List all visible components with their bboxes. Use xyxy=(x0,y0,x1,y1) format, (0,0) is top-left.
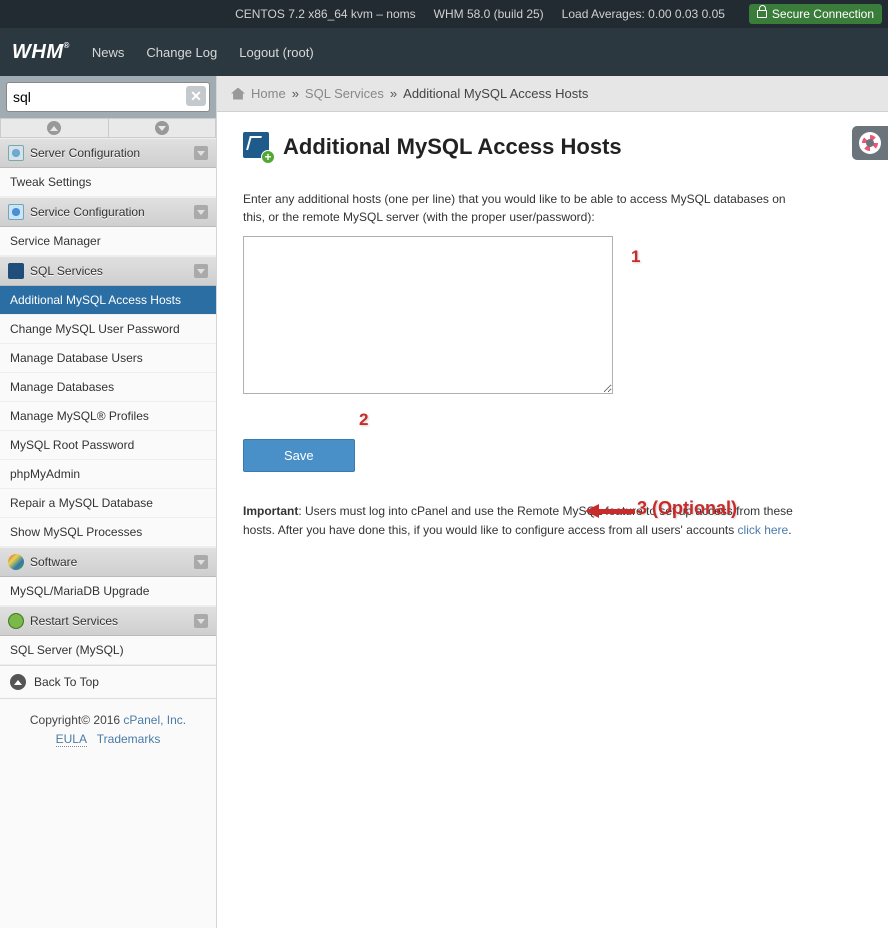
chevron-down-icon xyxy=(194,555,208,569)
whm-logo[interactable]: WHM® xyxy=(12,41,70,64)
help-button[interactable] xyxy=(852,126,888,160)
sidebar-item-manage-db-users[interactable]: Manage Database Users xyxy=(0,344,216,373)
lock-icon xyxy=(757,10,767,18)
sidebar-item-manage-mysql-profiles[interactable]: Manage MySQL® Profiles xyxy=(0,402,216,431)
save-button[interactable]: Save xyxy=(243,439,355,472)
search-container: ✕ xyxy=(0,76,216,118)
chevron-down-icon xyxy=(194,146,208,160)
breadcrumb-sql-services[interactable]: SQL Services xyxy=(305,86,384,101)
whm-version: WHM 58.0 (build 25) xyxy=(434,7,544,21)
annotation-1: 1 xyxy=(631,247,640,267)
os-info: CENTOS 7.2 x86_64 kvm – noms xyxy=(235,7,416,21)
nav-news[interactable]: News xyxy=(92,45,125,60)
sidebar-item-show-mysql-processes[interactable]: Show MySQL Processes xyxy=(0,518,216,547)
main-panel: + Additional MySQL Access Hosts Enter an… xyxy=(217,112,888,559)
arrow-up-icon xyxy=(10,674,26,690)
page-description: Enter any additional hosts (one per line… xyxy=(243,190,803,226)
nav-down-button[interactable] xyxy=(109,118,217,138)
page-title: Additional MySQL Access Hosts xyxy=(283,134,622,160)
cpanel-link[interactable]: cPanel, Inc. xyxy=(123,713,186,727)
content-area: Home » SQL Services » Additional MySQL A… xyxy=(217,76,888,928)
restart-icon xyxy=(8,613,24,629)
sidebar-item-mysql-upgrade[interactable]: MySQL/MariaDB Upgrade xyxy=(0,577,216,606)
breadcrumb: Home » SQL Services » Additional MySQL A… xyxy=(217,76,888,112)
chevron-down-icon xyxy=(194,264,208,278)
top-status-bar: CENTOS 7.2 x86_64 kvm – noms WHM 58.0 (b… xyxy=(0,0,888,28)
category-restart-services[interactable]: Restart Services xyxy=(0,606,216,636)
hosts-textarea[interactable] xyxy=(243,236,613,394)
sidebar-item-repair-mysql[interactable]: Repair a MySQL Database xyxy=(0,489,216,518)
secure-connection-badge: Secure Connection xyxy=(749,4,882,24)
important-note: Important: Users must log into cPanel an… xyxy=(243,502,803,539)
back-to-top-button[interactable]: Back To Top xyxy=(0,665,216,699)
nav-arrows xyxy=(0,118,216,138)
page-title-icon: + xyxy=(243,132,273,162)
click-here-link[interactable]: click here xyxy=(738,523,789,537)
category-sql-services[interactable]: SQL Services xyxy=(0,256,216,286)
important-label: Important xyxy=(243,504,298,518)
load-averages: Load Averages: 0.00 0.03 0.05 xyxy=(562,7,725,21)
nav-logout[interactable]: Logout (root) xyxy=(239,45,313,60)
sidebar-item-service-manager[interactable]: Service Manager xyxy=(0,227,216,256)
sidebar: ✕ Server Configuration Tweak Settings Se… xyxy=(0,76,217,928)
gear-icon xyxy=(8,145,24,161)
search-input[interactable] xyxy=(6,82,210,112)
gear-icon xyxy=(8,204,24,220)
sidebar-footer: Copyright© 2016 cPanel, Inc. EULA Tradem… xyxy=(0,699,216,761)
chevron-down-icon xyxy=(194,614,208,628)
sidebar-item-sql-server[interactable]: SQL Server (MySQL) xyxy=(0,636,216,665)
breadcrumb-current: Additional MySQL Access Hosts xyxy=(403,86,588,101)
nav-change-log[interactable]: Change Log xyxy=(146,45,217,60)
sidebar-item-tweak-settings[interactable]: Tweak Settings xyxy=(0,168,216,197)
trademarks-link[interactable]: Trademarks xyxy=(97,732,161,746)
sidebar-item-manage-databases[interactable]: Manage Databases xyxy=(0,373,216,402)
nav-up-button[interactable] xyxy=(0,118,109,138)
chevron-down-icon xyxy=(194,205,208,219)
category-service-configuration[interactable]: Service Configuration xyxy=(0,197,216,227)
sidebar-item-change-mysql-password[interactable]: Change MySQL User Password xyxy=(0,315,216,344)
sidebar-item-additional-mysql-hosts[interactable]: Additional MySQL Access Hosts xyxy=(0,286,216,315)
software-icon xyxy=(8,554,24,570)
database-icon xyxy=(8,263,24,279)
main-navbar: WHM® News Change Log Logout (root) xyxy=(0,28,888,76)
eula-link[interactable]: EULA xyxy=(56,732,87,747)
lifering-icon xyxy=(859,132,881,154)
sidebar-item-mysql-root-password[interactable]: MySQL Root Password xyxy=(0,431,216,460)
category-software[interactable]: Software xyxy=(0,547,216,577)
category-server-configuration[interactable]: Server Configuration xyxy=(0,138,216,168)
chevron-up-icon xyxy=(47,121,61,135)
sidebar-item-phpmyadmin[interactable]: phpMyAdmin xyxy=(0,460,216,489)
breadcrumb-home[interactable]: Home xyxy=(251,86,286,101)
clear-search-button[interactable]: ✕ xyxy=(186,86,206,106)
chevron-down-icon xyxy=(155,121,169,135)
home-icon xyxy=(231,88,245,100)
